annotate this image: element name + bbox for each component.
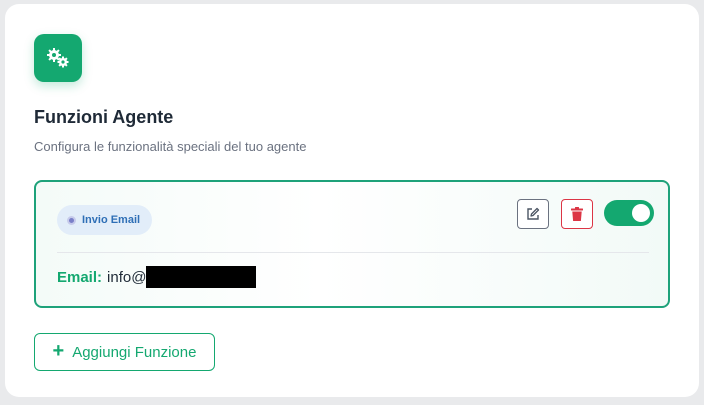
agent-functions-card: Funzioni Agente Configura le funzionalit… [5,4,699,397]
email-value: info@ [107,268,147,286]
dot-icon [67,215,76,225]
edit-icon [527,207,540,220]
toggle-knob [632,204,650,222]
email-row: Email: info@ [57,266,257,288]
delete-button[interactable] [561,199,593,229]
divider [57,252,649,253]
plus-icon: + [52,340,65,362]
function-item-email: Invio Email Email: info@ [34,180,670,308]
email-label: Email: [57,268,103,286]
gears-icon [34,34,82,82]
function-toggle[interactable] [604,200,654,226]
redacted-block [146,266,257,288]
add-function-label: Aggiungi Funzione [72,343,197,361]
function-tag-label: Invio Email [82,214,141,226]
page-subtitle: Configura le funzionalità speciali del t… [34,139,307,154]
add-function-button[interactable]: + Aggiungi Funzione [34,333,215,371]
page-title: Funzioni Agente [34,107,174,127]
trash-icon [571,207,583,221]
function-tag: Invio Email [57,205,153,235]
edit-button[interactable] [517,199,549,229]
